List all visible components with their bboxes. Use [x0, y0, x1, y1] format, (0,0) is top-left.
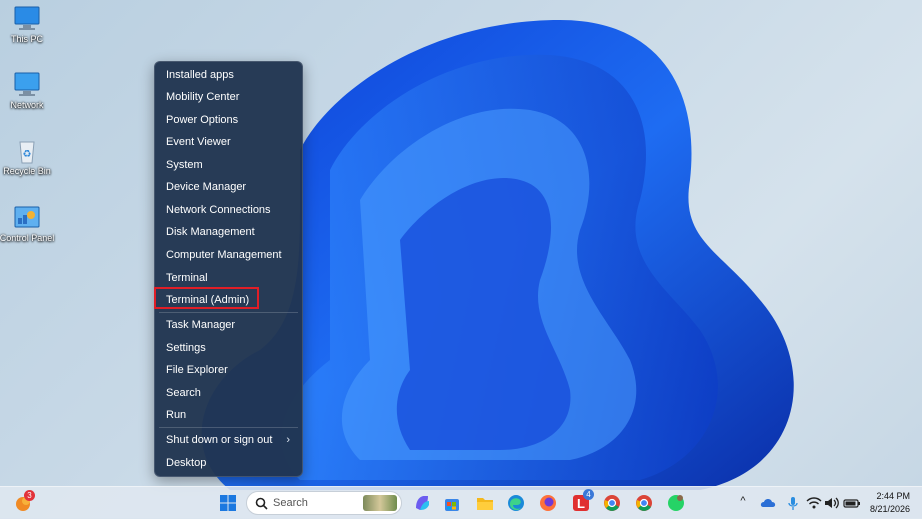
chrome-icon[interactable]: [602, 493, 622, 513]
copilot-icon[interactable]: [412, 493, 432, 513]
chevron-right-icon: ›: [286, 434, 290, 446]
desktop-icon-this-pc[interactable]: This PC: [0, 6, 57, 45]
menu-item-terminal[interactable]: Terminal: [155, 267, 302, 289]
system-clock[interactable]: 2:44 PM 8/21/2026: [870, 490, 910, 516]
search-placeholder: Search: [273, 497, 308, 509]
weather-widget-icon[interactable]: 3: [14, 490, 35, 513]
menu-item-event-viewer[interactable]: Event Viewer: [155, 131, 302, 153]
tray-chevron-icon[interactable]: ^: [737, 495, 749, 509]
menu-item-settings[interactable]: Settings: [155, 337, 302, 359]
menu-item-disk-management[interactable]: Disk Management: [155, 221, 302, 243]
menu-item-file-explorer[interactable]: File Explorer: [155, 359, 302, 381]
network-icon: [13, 72, 41, 98]
recycle-bin-icon: ♻: [13, 138, 41, 164]
menu-separator: [159, 427, 298, 428]
menu-item-search[interactable]: Search: [155, 382, 302, 404]
store-icon[interactable]: [442, 493, 462, 513]
taskbar-search-box[interactable]: Search: [246, 491, 402, 515]
volume-icon[interactable]: [822, 493, 842, 513]
menu-item-shut-down[interactable]: Shut down or sign out ›: [155, 429, 302, 451]
menu-item-network-connections[interactable]: Network Connections: [155, 199, 302, 221]
desktop-icon-label: Recycle Bin: [3, 166, 51, 176]
svg-text:♻: ♻: [23, 149, 32, 160]
menu-item-terminal-admin[interactable]: Terminal (Admin): [154, 287, 302, 311]
desktop-icon-label: Control Panel: [0, 233, 55, 243]
menu-item-power-options[interactable]: Power Options: [155, 109, 302, 131]
menu-item-mobility-center[interactable]: Mobility Center: [155, 86, 302, 108]
highlight-box: [154, 287, 259, 309]
this-pc-icon: [13, 6, 41, 32]
winx-context-menu: Installed apps Mobility Center Power Opt…: [154, 61, 303, 477]
desktop-icon-network[interactable]: Network: [0, 72, 57, 111]
desktop-icon-control-panel[interactable]: Control Panel: [0, 205, 57, 244]
wallpaper-bloom: [0, 0, 922, 490]
whatsapp-icon[interactable]: [666, 493, 686, 513]
menu-item-installed-apps[interactable]: Installed apps: [155, 64, 302, 86]
control-panel-icon: [13, 205, 41, 231]
edge-icon[interactable]: [506, 493, 526, 513]
battery-icon[interactable]: [842, 493, 862, 513]
taskbar: 3 Search L 4 ^ 2:44 PM 8/21/2026: [0, 486, 922, 519]
app-l-icon[interactable]: L 4: [571, 489, 594, 513]
menu-item-computer-management[interactable]: Computer Management: [155, 244, 302, 266]
firefox-icon[interactable]: [538, 493, 558, 513]
notification-badge: 3: [24, 490, 35, 501]
menu-item-system[interactable]: System: [155, 154, 302, 176]
cloud-sync-icon[interactable]: [758, 493, 778, 513]
chrome-alt-icon[interactable]: [634, 493, 654, 513]
clock-date: 8/21/2026: [869, 504, 910, 514]
menu-item-desktop[interactable]: Desktop: [155, 452, 302, 474]
start-icon[interactable]: [218, 493, 238, 513]
desktop-icon-label: Network: [10, 100, 44, 110]
search-icon: [255, 497, 268, 510]
desktop-icon-recycle-bin[interactable]: ♻ Recycle Bin: [0, 138, 57, 177]
search-highlight-image: [363, 495, 397, 511]
menu-item-task-manager[interactable]: Task Manager: [155, 314, 302, 336]
menu-item-device-manager[interactable]: Device Manager: [155, 176, 302, 198]
desktop-icon-label: This PC: [10, 34, 43, 44]
wifi-icon[interactable]: [804, 493, 824, 513]
clock-time: 2:44 PM: [876, 491, 910, 501]
menu-separator: [159, 312, 298, 313]
notification-badge: 4: [583, 489, 594, 500]
menu-item-label: Shut down or sign out: [166, 434, 273, 446]
menu-item-run[interactable]: Run: [155, 404, 302, 426]
microphone-icon[interactable]: [783, 493, 803, 513]
file-explorer-icon[interactable]: [475, 493, 495, 513]
